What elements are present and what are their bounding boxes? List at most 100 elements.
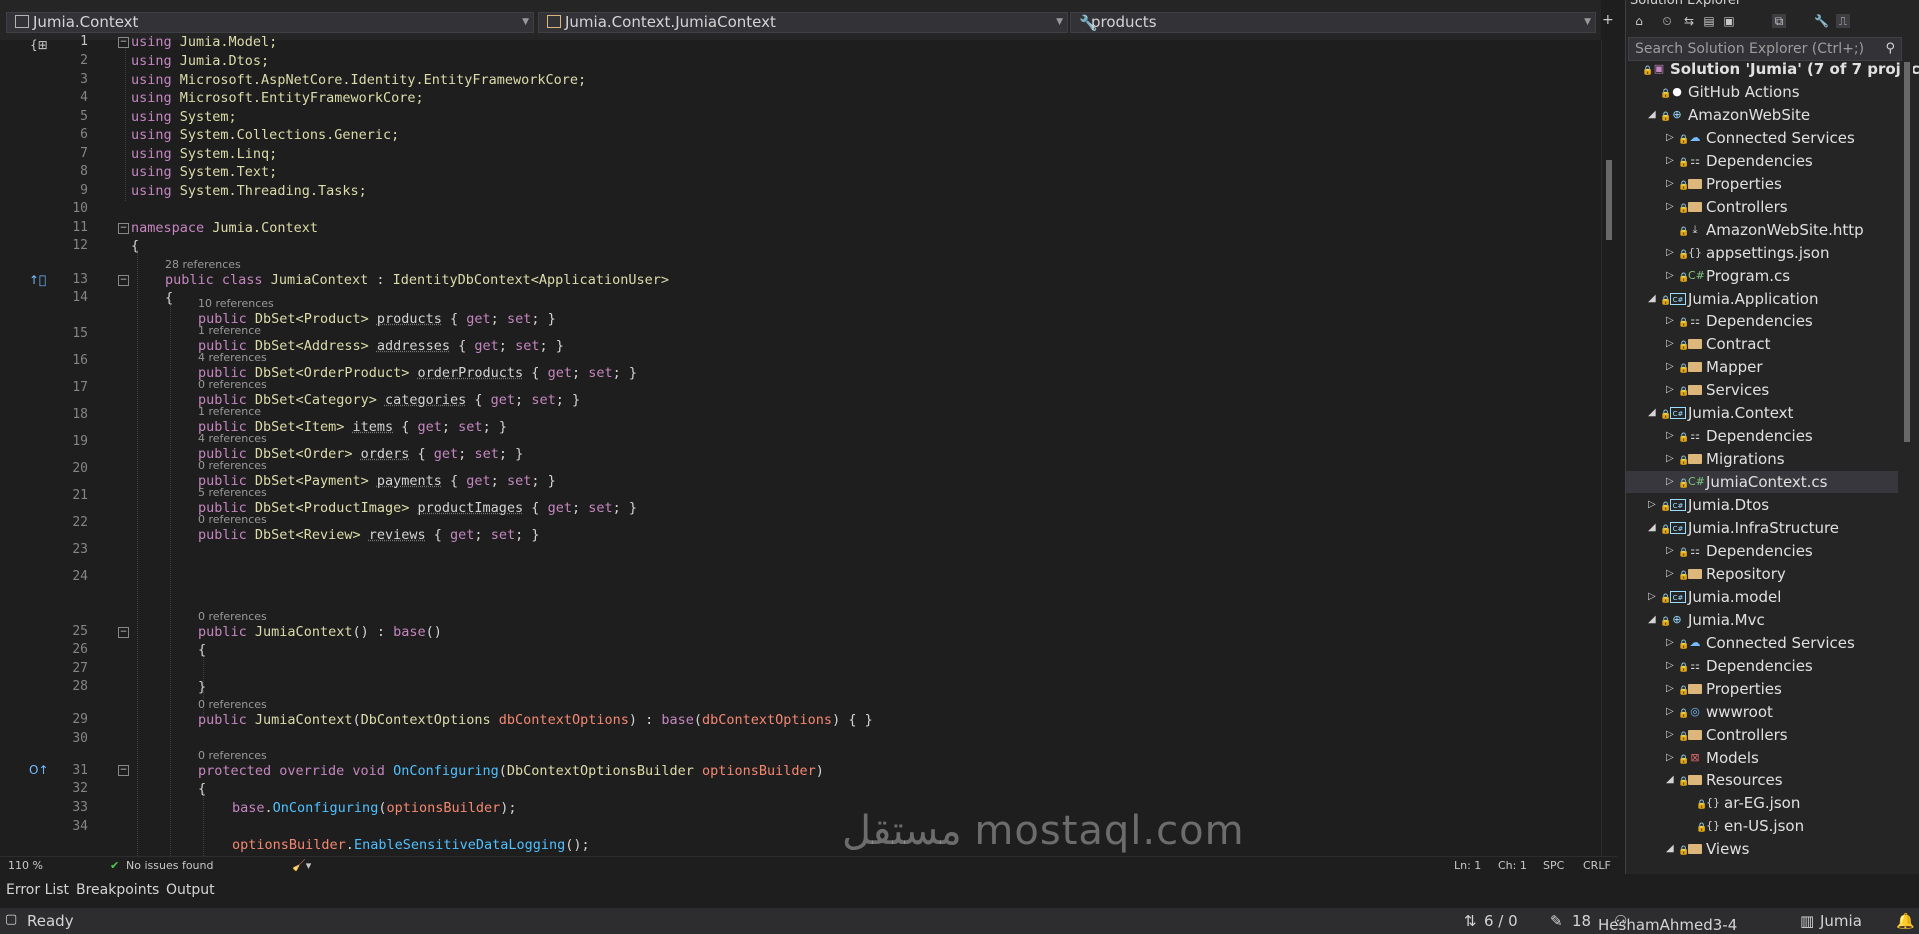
tree-item[interactable]: 🔒{} ar-EG.json bbox=[1626, 792, 1898, 814]
tree-item[interactable]: ▷ 🔒 ⚏ Dependencies bbox=[1626, 425, 1898, 447]
tree-item[interactable]: ▷ 🔒 Services bbox=[1626, 379, 1898, 401]
codelens-references[interactable]: 4 references bbox=[198, 432, 267, 445]
expanded-arrow-icon[interactable]: ◢ bbox=[1648, 288, 1656, 310]
collapsed-arrow-icon[interactable]: ▷ bbox=[1666, 540, 1674, 562]
tree-item[interactable]: ▷ 🔒 Controllers bbox=[1626, 724, 1898, 746]
expanded-arrow-icon[interactable]: ◢ bbox=[1648, 104, 1656, 126]
solution-explorer-scrollbar[interactable] bbox=[1901, 62, 1913, 872]
collapsed-arrow-icon[interactable]: ▷ bbox=[1666, 678, 1674, 700]
sync-count[interactable]: 6 / 0 bbox=[1484, 912, 1518, 930]
codelens-references[interactable]: 0 references bbox=[198, 459, 267, 472]
override-icon[interactable]: O↑ bbox=[29, 763, 49, 777]
line-ending-indicator[interactable]: CRLF bbox=[1583, 859, 1611, 872]
collapsed-arrow-icon[interactable]: ▷ bbox=[1666, 356, 1674, 378]
codelens-references[interactable]: 1 reference bbox=[198, 324, 261, 337]
codelens-references[interactable]: 1 reference bbox=[198, 405, 261, 418]
tree-item[interactable]: ▷ 🔒 ⊠ Models bbox=[1626, 747, 1898, 769]
tree-item[interactable]: ▷ 🔒 C# Program.cs bbox=[1626, 265, 1898, 287]
tree-item[interactable]: 🔒{} en-US.json bbox=[1626, 815, 1898, 837]
show-all-files-icon[interactable]: ▣ bbox=[1722, 14, 1736, 28]
tree-item[interactable]: ▷ 🔒 Mapper bbox=[1626, 356, 1898, 378]
issues-status[interactable]: No issues found bbox=[126, 859, 213, 872]
fold-marker[interactable]: − bbox=[118, 275, 129, 286]
tab-error-list[interactable]: Error List bbox=[6, 882, 69, 898]
collapsed-arrow-icon[interactable]: ▷ bbox=[1666, 563, 1674, 585]
tree-item[interactable]: ▷ 🔒 C# Jumia.model bbox=[1626, 586, 1898, 608]
codelens-references[interactable]: 0 references bbox=[198, 378, 267, 391]
tree-item[interactable]: ◢ 🔒 ⊕ Jumia.Mvc bbox=[1626, 609, 1898, 631]
tree-item[interactable]: ▷ 🔒 ⚏ Dependencies bbox=[1626, 655, 1898, 677]
codelens-references[interactable]: 28 references bbox=[165, 258, 241, 271]
collapsed-arrow-icon[interactable]: ▷ bbox=[1648, 494, 1656, 516]
tree-item[interactable]: ▷ 🔒 C# JumiaContext.cs bbox=[1626, 471, 1898, 494]
tree-item[interactable]: 🔒 ▣ Solution 'Jumia' (7 of 7 projects) bbox=[1626, 58, 1919, 80]
tree-item[interactable]: ◢ 🔒 C# Jumia.InfraStructure bbox=[1626, 517, 1898, 539]
whitespace-indicator[interactable]: SPC bbox=[1543, 859, 1564, 872]
scrollbar-thumb[interactable] bbox=[1904, 62, 1910, 442]
split-editor-icon[interactable]: + bbox=[1602, 12, 1614, 28]
repo-name[interactable]: Jumia bbox=[1820, 912, 1862, 930]
scrollbar-thumb[interactable] bbox=[1606, 160, 1612, 240]
collapsed-arrow-icon[interactable]: ▷ bbox=[1666, 724, 1674, 746]
collapsed-arrow-icon[interactable]: ▷ bbox=[1666, 265, 1674, 287]
fold-marker[interactable]: − bbox=[118, 223, 129, 234]
tab-breakpoints[interactable]: Breakpoints bbox=[76, 882, 159, 898]
expanded-arrow-icon[interactable]: ◢ bbox=[1666, 838, 1674, 860]
preview-icon[interactable]: ⎍ bbox=[1836, 14, 1850, 28]
expanded-arrow-icon[interactable]: ◢ bbox=[1648, 609, 1656, 631]
collapsed-arrow-icon[interactable]: ▷ bbox=[1666, 448, 1674, 470]
fold-marker[interactable]: − bbox=[118, 37, 129, 48]
tree-item[interactable]: ▷ 🔒 Controllers bbox=[1626, 196, 1898, 218]
collapsed-arrow-icon[interactable]: ▷ bbox=[1666, 127, 1674, 149]
tree-item[interactable]: ▷ 🔒 Properties bbox=[1626, 678, 1898, 700]
codelens-references[interactable]: 10 references bbox=[198, 297, 274, 310]
codelens-references[interactable]: 0 references bbox=[198, 698, 267, 711]
tree-item[interactable]: ▷ 🔒 Migrations bbox=[1626, 448, 1898, 470]
tree-item[interactable]: ◢ 🔒 Views bbox=[1626, 838, 1898, 860]
collapsed-arrow-icon[interactable]: ▷ bbox=[1666, 310, 1674, 332]
pending-changes-icon[interactable]: ⏲ bbox=[1660, 14, 1674, 28]
expanded-arrow-icon[interactable]: ◢ bbox=[1648, 402, 1656, 424]
collapsed-arrow-icon[interactable]: ▷ bbox=[1666, 632, 1674, 654]
tree-item[interactable]: 🔒 ⤓ AmazonWebSite.http bbox=[1626, 219, 1898, 241]
collapsed-arrow-icon[interactable]: ▷ bbox=[1666, 242, 1674, 264]
collapsed-arrow-icon[interactable]: ▷ bbox=[1666, 379, 1674, 401]
quick-action-icon[interactable]: {⊞ bbox=[30, 38, 48, 52]
project-dropdown[interactable]: Jumia.Context ▼ bbox=[6, 12, 534, 33]
tree-item[interactable]: ◢ 🔒 C# Jumia.Application bbox=[1626, 288, 1898, 310]
collapsed-arrow-icon[interactable]: ▷ bbox=[1666, 173, 1674, 195]
editor-vertical-scrollbar[interactable] bbox=[1601, 40, 1618, 856]
tree-item[interactable]: ▷ 🔒 Repository bbox=[1626, 563, 1898, 585]
collapsed-arrow-icon[interactable]: ▷ bbox=[1666, 701, 1674, 723]
tab-output[interactable]: Output bbox=[166, 882, 215, 898]
collapsed-arrow-icon[interactable]: ▷ bbox=[1666, 333, 1674, 355]
code-editor[interactable]: {⊞ ↑⃞ O↑ 1 2 3 4 5 6 7 8 9 10 11 12 13 14 15 16 17 18 19 20… bbox=[0, 34, 1601, 856]
notification-icon[interactable]: 🔔 bbox=[1896, 912, 1915, 930]
codelens-references[interactable]: 5 references bbox=[198, 486, 267, 499]
home-icon[interactable]: ⌂ bbox=[1632, 14, 1646, 28]
tree-item[interactable]: ▷ 🔒 ◎ wwwroot bbox=[1626, 701, 1898, 723]
member-dropdown[interactable]: 🔧products ▼ bbox=[1070, 12, 1596, 33]
tree-item[interactable]: ▷ 🔒 ⚏ Dependencies bbox=[1626, 540, 1898, 562]
tree-item[interactable]: ◢ 🔒 C# Jumia.Context bbox=[1626, 402, 1898, 424]
tree-item[interactable]: ▷ 🔒 C# Jumia.Dtos bbox=[1626, 494, 1898, 516]
tree-item[interactable]: ▷ 🔒 Properties bbox=[1626, 173, 1898, 195]
sync-view-icon[interactable]: ⇆ bbox=[1682, 14, 1696, 28]
zoom-level[interactable]: 110 % bbox=[8, 859, 43, 872]
collapse-all-icon[interactable]: ▤ bbox=[1702, 14, 1716, 28]
collapsed-arrow-icon[interactable]: ▷ bbox=[1666, 747, 1674, 769]
expanded-arrow-icon[interactable]: ◢ bbox=[1648, 517, 1656, 539]
pending-changes[interactable]: 18 bbox=[1572, 912, 1591, 930]
properties-icon[interactable]: 🔧 bbox=[1814, 14, 1829, 28]
tree-item[interactable]: ◢ 🔒 Resources bbox=[1626, 769, 1898, 791]
collapsed-arrow-icon[interactable]: ▷ bbox=[1666, 196, 1674, 218]
tree-item[interactable]: ▷ 🔒 ☁ Connected Services bbox=[1626, 127, 1898, 149]
tree-item[interactable]: 🔒 ● GitHub Actions bbox=[1626, 81, 1898, 103]
tree-item[interactable]: ▷ 🔒 ⚏ Dependencies bbox=[1626, 310, 1898, 332]
tree-item[interactable]: ▷ 🔒 Contract bbox=[1626, 333, 1898, 355]
filter-icon[interactable]: ⧉ bbox=[1772, 14, 1786, 28]
collapsed-arrow-icon[interactable]: ▷ bbox=[1666, 471, 1674, 493]
type-dropdown[interactable]: Jumia.Context.JumiaContext ▼ bbox=[538, 12, 1068, 33]
search-icon[interactable]: ⚲ bbox=[1885, 38, 1895, 60]
fold-marker[interactable]: − bbox=[118, 627, 129, 638]
